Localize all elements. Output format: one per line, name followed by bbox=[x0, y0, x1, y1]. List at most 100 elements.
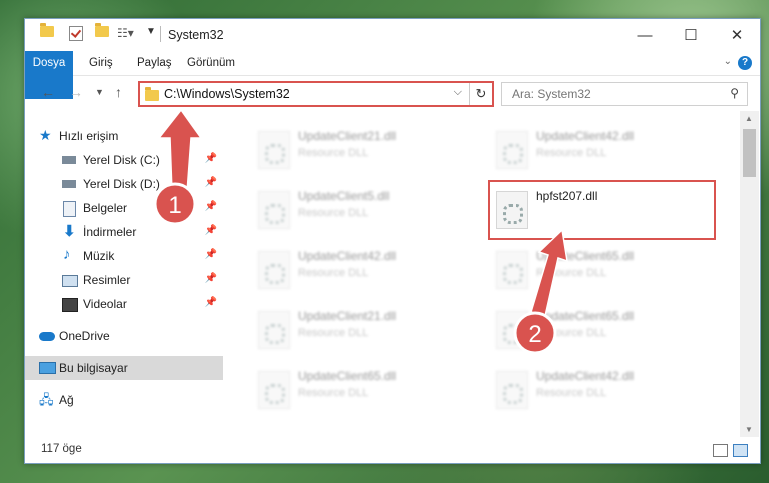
pin-icon[interactable]: 📌 bbox=[205, 177, 217, 188]
file-type: Resource DLL bbox=[298, 387, 369, 399]
file-type: Resource DLL bbox=[298, 327, 369, 339]
network-icon: 🖧 bbox=[39, 392, 54, 407]
nav-item-local-disk-d[interactable]: Yerel Disk (D:) 📌 bbox=[25, 172, 223, 196]
arrow-left-icon: ← bbox=[41, 84, 55, 100]
dll-file-icon bbox=[496, 251, 528, 289]
nav-item-onedrive[interactable]: OneDrive bbox=[25, 324, 223, 348]
search-icon: ⚲ bbox=[730, 86, 739, 100]
up-button[interactable]: ↑ bbox=[115, 84, 122, 100]
search-input[interactable] bbox=[510, 86, 714, 102]
dll-file-icon bbox=[496, 311, 528, 349]
pin-icon[interactable]: 📌 bbox=[205, 297, 217, 308]
dll-file-icon bbox=[496, 371, 528, 409]
close-button[interactable]: ✕ bbox=[714, 19, 760, 51]
dll-file-icon bbox=[258, 131, 290, 169]
new-folder-icon[interactable] bbox=[95, 23, 109, 37]
tab-giris[interactable]: Giriş bbox=[77, 51, 125, 75]
help-icon[interactable]: ? bbox=[738, 56, 752, 70]
minimize-icon: — bbox=[637, 26, 653, 44]
properties-icon[interactable] bbox=[69, 26, 83, 41]
nav-item-documents[interactable]: Belgeler 📌 bbox=[25, 196, 223, 220]
large-icons-view-icon[interactable] bbox=[733, 444, 748, 457]
list-item[interactable]: UpdateClient65.dll Resource DLL bbox=[486, 245, 716, 293]
list-item[interactable]: UpdateClient42.dll Resource DLL bbox=[486, 125, 716, 173]
list-item[interactable]: UpdateClient65.dll Resource DLL bbox=[486, 305, 716, 353]
nav-item-pictures[interactable]: Resimler 📌 bbox=[25, 268, 223, 292]
file-name: UpdateClient65.dll bbox=[536, 309, 635, 323]
close-icon: ✕ bbox=[730, 27, 744, 44]
arrow-right-icon: → bbox=[69, 84, 83, 100]
nav-item-network[interactable]: 🖧 Ağ bbox=[25, 388, 223, 412]
forward-button[interactable]: → bbox=[69, 84, 83, 100]
file-name: UpdateClient42.dll bbox=[298, 249, 397, 263]
nav-item-label: Belgeler bbox=[83, 201, 128, 215]
nav-item-music[interactable]: ♪ Müzik 📌 bbox=[25, 244, 223, 268]
list-item[interactable]: UpdateClient21.dll Resource DLL bbox=[248, 305, 478, 353]
item-count: 117 öge bbox=[41, 443, 82, 455]
dll-file-icon bbox=[258, 251, 290, 289]
tab-gorunum[interactable]: Görünüm bbox=[175, 51, 247, 75]
dll-file-icon bbox=[258, 311, 290, 349]
nav-item-label: Resimler bbox=[83, 273, 131, 287]
address-path[interactable]: C:\Windows\System32 bbox=[164, 87, 290, 101]
refresh-button[interactable]: ↻ bbox=[469, 83, 492, 105]
title-bar: ☷▾ ▼ System32 — ☐ ✕ bbox=[25, 19, 760, 51]
expand-ribbon-icon[interactable]: ⌄ bbox=[724, 56, 732, 67]
address-bar[interactable]: C:\Windows\System32 ⌵ ↻ bbox=[138, 81, 494, 107]
status-bar: 117 öge bbox=[25, 439, 760, 463]
navigation-bar: ← → ▼ ↑ C:\Windows\System32 ⌵ ↻ ⚲ bbox=[25, 76, 760, 110]
file-name: UpdateClient21.dll bbox=[298, 129, 397, 143]
folder-icon bbox=[145, 87, 159, 101]
file-type: Resource DLL bbox=[536, 147, 607, 159]
nav-item-local-disk-c[interactable]: Yerel Disk (C:) 📌 bbox=[25, 148, 223, 172]
maximize-button[interactable]: ☐ bbox=[668, 19, 714, 51]
customize-toolbar-icon[interactable]: ☷▾ bbox=[117, 26, 134, 40]
title-separator bbox=[160, 26, 161, 42]
pin-icon[interactable]: 📌 bbox=[205, 201, 217, 212]
dll-file-icon bbox=[258, 191, 290, 229]
file-type: Resource DLL bbox=[298, 147, 369, 159]
list-item[interactable]: UpdateClient42.dll Resource DLL bbox=[248, 245, 478, 293]
nav-item-videos[interactable]: Videolar 📌 bbox=[25, 292, 223, 316]
minimize-button[interactable]: — bbox=[622, 19, 668, 51]
navigation-pane: ★ Hızlı erişim Yerel Disk (C:) 📌 Yerel D… bbox=[25, 111, 223, 441]
file-type: Resource DLL bbox=[536, 327, 607, 339]
nav-item-label: Yerel Disk (D:) bbox=[83, 177, 160, 191]
search-box[interactable]: ⚲ bbox=[501, 82, 748, 106]
list-item[interactable]: UpdateClient42.dll Resource DLL bbox=[486, 365, 716, 413]
scroll-up-icon[interactable]: ▲ bbox=[745, 114, 753, 123]
list-item[interactable]: UpdateClient65.dll Resource DLL bbox=[248, 365, 478, 413]
pin-icon[interactable]: 📌 bbox=[205, 153, 217, 164]
file-name: UpdateClient42.dll bbox=[536, 129, 635, 143]
file-name: UpdateClient42.dll bbox=[536, 369, 635, 383]
pictures-icon bbox=[62, 275, 78, 287]
maximize-icon: ☐ bbox=[684, 27, 698, 44]
nav-item-downloads[interactable]: ⬇ İndirmeler 📌 bbox=[25, 220, 223, 244]
chevron-down-icon[interactable]: ▼ bbox=[146, 26, 156, 37]
recent-locations-button[interactable]: ▼ bbox=[95, 87, 104, 97]
pin-icon[interactable]: 📌 bbox=[205, 225, 217, 236]
dll-file-icon bbox=[258, 371, 290, 409]
vertical-scrollbar[interactable]: ▲ ▼ bbox=[740, 111, 759, 437]
pin-icon[interactable]: 📌 bbox=[205, 273, 217, 284]
chevron-down-icon[interactable]: ⌵ bbox=[454, 86, 462, 99]
details-view-icon[interactable] bbox=[713, 444, 728, 457]
refresh-icon: ↻ bbox=[475, 86, 487, 101]
documents-icon bbox=[63, 201, 76, 217]
list-item[interactable]: UpdateClient5.dll Resource DLL bbox=[248, 185, 478, 233]
nav-item-label: Ağ bbox=[59, 393, 74, 407]
pin-icon[interactable]: 📌 bbox=[205, 249, 217, 260]
back-button[interactable]: ← bbox=[41, 84, 55, 100]
music-icon: ♪ bbox=[63, 246, 71, 263]
window-title: System32 bbox=[168, 28, 224, 42]
arrow-up-icon: ↑ bbox=[115, 84, 122, 100]
list-item[interactable]: UpdateClient21.dll Resource DLL bbox=[248, 125, 478, 173]
nav-item-this-pc[interactable]: Bu bilgisayar bbox=[25, 356, 223, 380]
dll-file-icon bbox=[496, 131, 528, 169]
file-explorer-window: ☷▾ ▼ System32 — ☐ ✕ Dosya Giriş Paylaş G… bbox=[24, 18, 761, 464]
scrollbar-thumb[interactable] bbox=[743, 129, 756, 177]
file-list: UpdateClient21.dll Resource DLL UpdateCl… bbox=[224, 111, 740, 437]
nav-item-quick-access[interactable]: ★ Hızlı erişim bbox=[25, 124, 223, 148]
file-highlight-box bbox=[488, 180, 716, 240]
scroll-down-icon[interactable]: ▼ bbox=[745, 425, 753, 434]
